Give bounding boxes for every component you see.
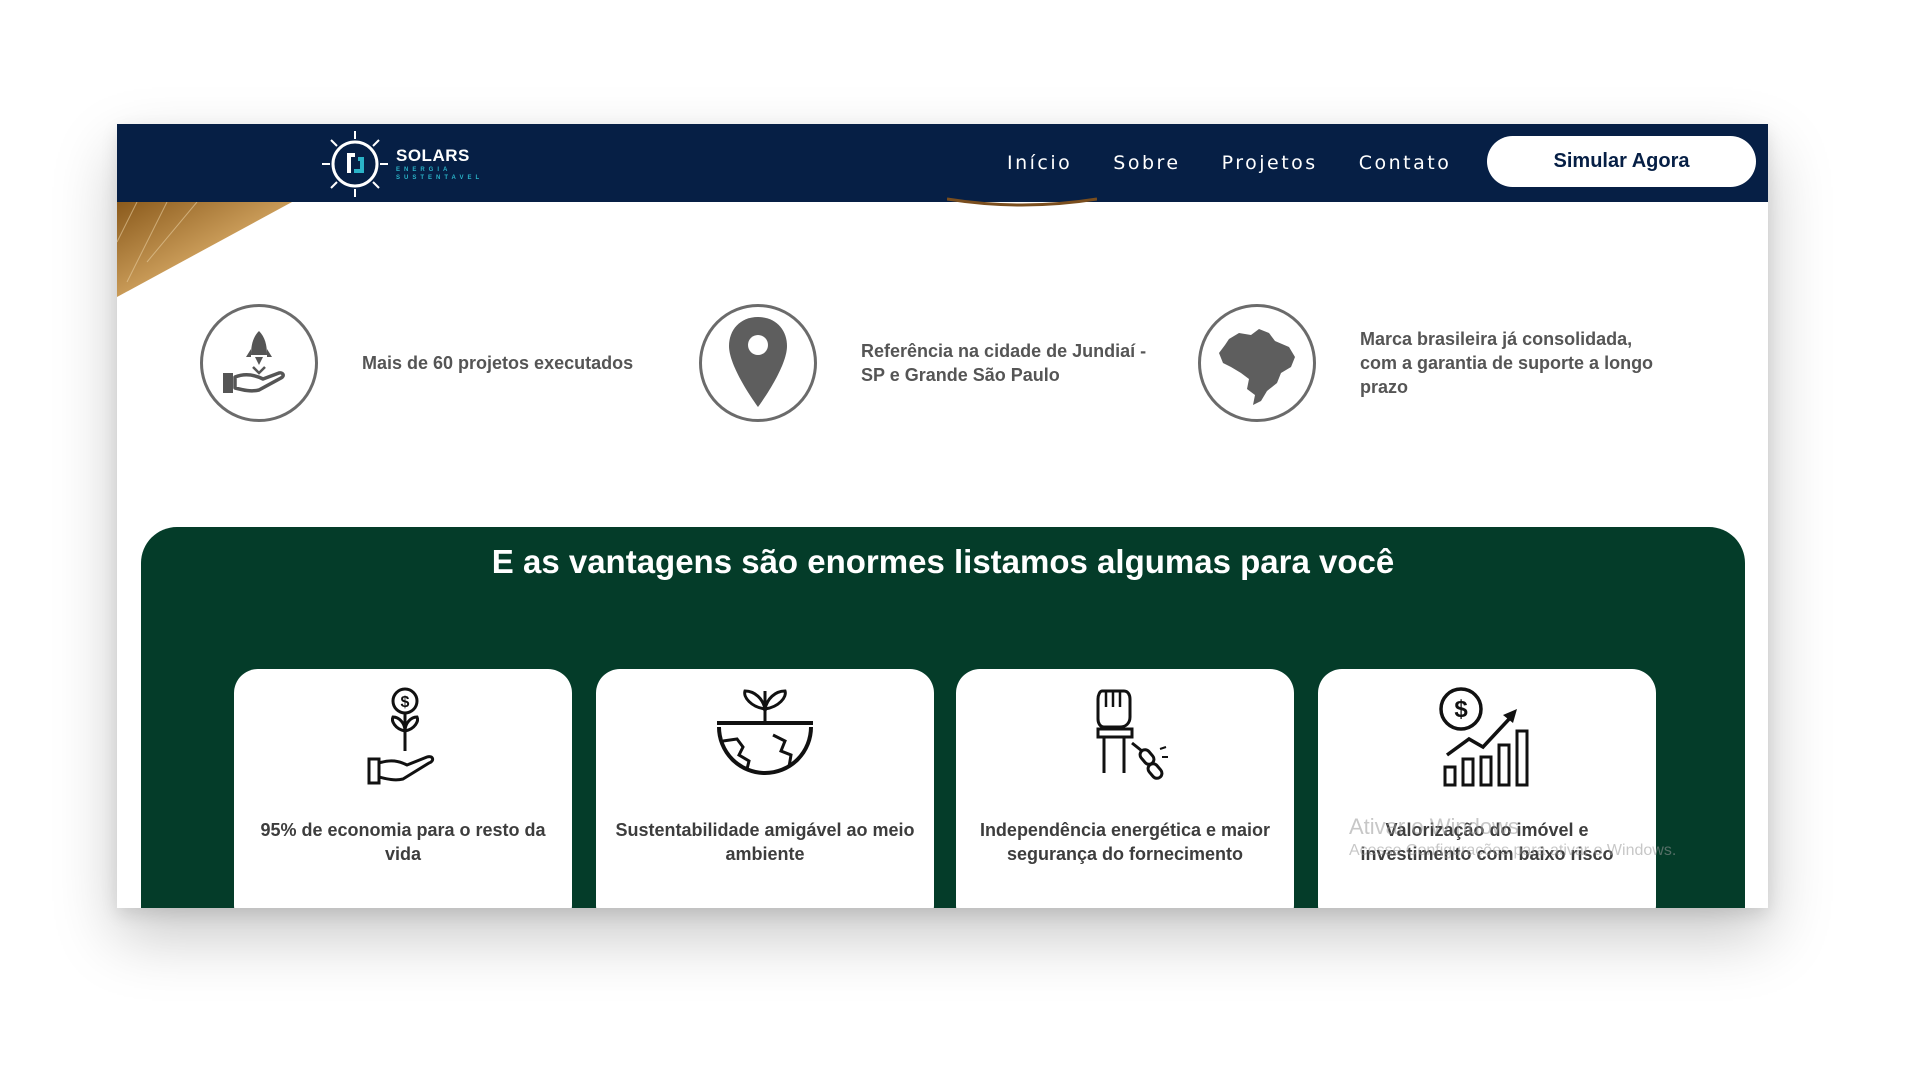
simulate-now-button[interactable]: Simular Agora	[1487, 136, 1756, 187]
logo-tagline: ENERGIA	[396, 167, 452, 173]
growth-chart-icon: $	[1439, 687, 1529, 787]
location-pin-icon	[729, 317, 787, 407]
menu-item-sobre[interactable]: Sobre	[1113, 152, 1180, 174]
feature-icon-ring	[200, 304, 318, 422]
feature-text: Referência na cidade de Jundiaí - SP e G…	[861, 341, 1147, 385]
advantages-title: E as vantagens são enormes listamos algu…	[491, 543, 1395, 580]
rocket-hand-icon	[223, 331, 285, 393]
advantage-card: Sustentabilidade amigável ao meio ambien…	[596, 669, 934, 908]
main-menu: Início Sobre Projetos Contato	[1007, 124, 1451, 202]
advantage-text: Independência energética e maior seguran…	[979, 820, 1271, 864]
menu-item-contato[interactable]: Contato	[1359, 152, 1452, 174]
feature-brand: Marca brasileira já consolidada, com a g…	[1198, 304, 1670, 422]
menu-item-projetos[interactable]: Projetos	[1222, 152, 1318, 174]
earth-sprout-icon	[717, 689, 813, 775]
feature-icon-ring	[1198, 304, 1316, 422]
advantage-text: 95% de economia para o resto da vida	[260, 820, 546, 864]
broken-chain-fist-icon	[1096, 689, 1168, 780]
brazil-map-icon	[1219, 329, 1295, 405]
advantage-card: Independência energética e maior seguran…	[956, 669, 1294, 908]
advantage-text: Sustentabilidade amigável ao meio ambien…	[615, 820, 915, 864]
hero-curve	[947, 197, 1097, 207]
windows-activation-watermark: Ativar o Windows	[1349, 814, 1519, 839]
advantage-card: $ Valorização do imóvel e investimento c…	[1318, 669, 1656, 908]
sun-logo-icon	[322, 131, 388, 197]
website-screenshot: SOLARS ENERGIA SUSTENTAVEL Início Sobre …	[117, 124, 1768, 908]
top-navbar: SOLARS ENERGIA SUSTENTAVEL Início Sobre …	[117, 124, 1768, 202]
menu-item-inicio[interactable]: Início	[1007, 152, 1072, 174]
feature-reference: Referência na cidade de Jundiaí - SP e G…	[699, 304, 1161, 422]
logo-name: SOLARS	[396, 146, 470, 165]
page: SOLARS ENERGIA SUSTENTAVEL Início Sobre …	[0, 0, 1920, 1080]
feature-text: Marca brasileira já consolidada, com a g…	[1360, 329, 1654, 397]
windows-activation-watermark-sub: Acesse Configurações para ativar o Windo…	[1349, 842, 1677, 859]
feature-icon-ring	[699, 304, 817, 422]
advantage-card: $ 95% de economia para o resto da vida	[234, 669, 572, 908]
logo[interactable]: SOLARS ENERGIA SUSTENTAVEL	[320, 129, 483, 199]
feature-text: Mais de 60 projetos executados	[362, 353, 634, 373]
feature-projects: Mais de 60 projetos executados	[200, 304, 652, 422]
hero-photo-corner	[117, 202, 292, 297]
svg-text:$: $	[1454, 696, 1468, 723]
svg-text:$: $	[401, 694, 410, 711]
money-plant-hand-icon: $	[367, 687, 435, 785]
logo-tagline-2: SUSTENTAVEL	[396, 175, 484, 181]
